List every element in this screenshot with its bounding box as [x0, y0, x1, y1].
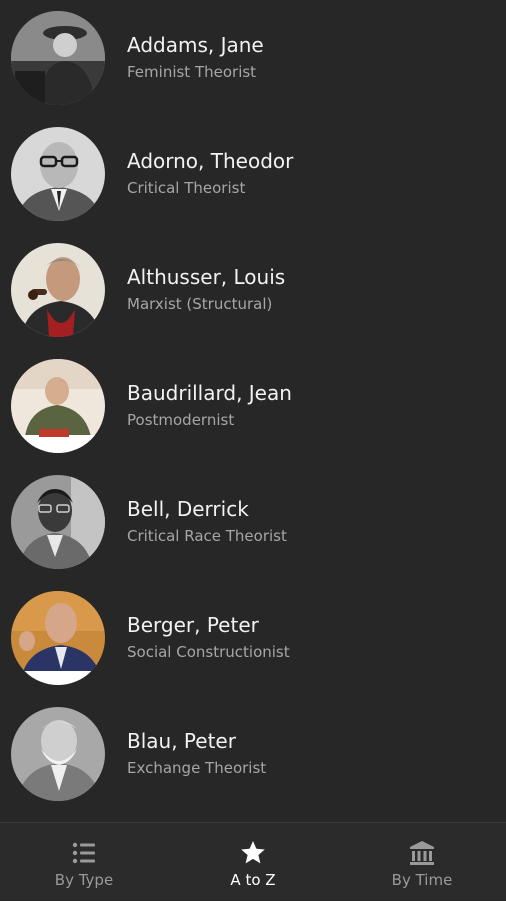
list-item[interactable]: Addams, Jane Feminist Theorist [0, 0, 506, 116]
bottom-navigation: By Type A to Z By Time [0, 822, 506, 900]
theorist-name: Adorno, Theodor [127, 149, 294, 173]
theorist-type: Critical Theorist [127, 179, 246, 197]
avatar [11, 359, 105, 453]
tab-by-type[interactable]: By Type [0, 823, 168, 901]
list-item[interactable]: Berger, Peter Social Constructionist [0, 580, 506, 696]
theorist-name: Berger, Peter [127, 613, 259, 637]
theorist-type: Feminist Theorist [127, 63, 257, 81]
list-item[interactable]: Blau, Peter Exchange Theorist [0, 696, 506, 812]
theorist-type: Marxist (Structural) [127, 295, 273, 313]
theorist-type: Postmodernist [127, 411, 235, 429]
theorist-name: Bell, Derrick [127, 497, 249, 521]
tab-a-to-z[interactable]: A to Z [169, 823, 337, 901]
avatar [11, 707, 105, 801]
theorist-type: Exchange Theorist [127, 759, 267, 777]
theorist-name: Addams, Jane [127, 33, 264, 57]
avatar [11, 591, 105, 685]
list-icon [72, 842, 95, 864]
theorist-name: Althusser, Louis [127, 265, 286, 289]
theorist-name: Blau, Peter [127, 729, 236, 753]
theorist-type: Social Constructionist [127, 643, 290, 661]
museum-icon [410, 841, 434, 865]
avatar [11, 243, 105, 337]
tab-label: By Time [391, 871, 453, 889]
tab-label: A to Z [230, 871, 276, 889]
avatar [11, 11, 105, 105]
theorist-type: Critical Race Theorist [127, 527, 287, 545]
list-item[interactable]: Adorno, Theodor Critical Theorist [0, 116, 506, 232]
tab-label: By Type [54, 871, 114, 889]
avatar [11, 475, 105, 569]
avatar [11, 127, 105, 221]
list-item[interactable]: Bell, Derrick Critical Race Theorist [0, 464, 506, 580]
list-item[interactable]: Althusser, Louis Marxist (Structural) [0, 232, 506, 348]
tab-by-time[interactable]: By Time [338, 823, 506, 901]
theorist-list: Addams, Jane Feminist Theorist Adorno, T… [0, 0, 506, 822]
star-icon [241, 841, 265, 864]
theorist-name: Baudrillard, Jean [127, 381, 292, 405]
list-item[interactable]: Baudrillard, Jean Postmodernist [0, 348, 506, 464]
